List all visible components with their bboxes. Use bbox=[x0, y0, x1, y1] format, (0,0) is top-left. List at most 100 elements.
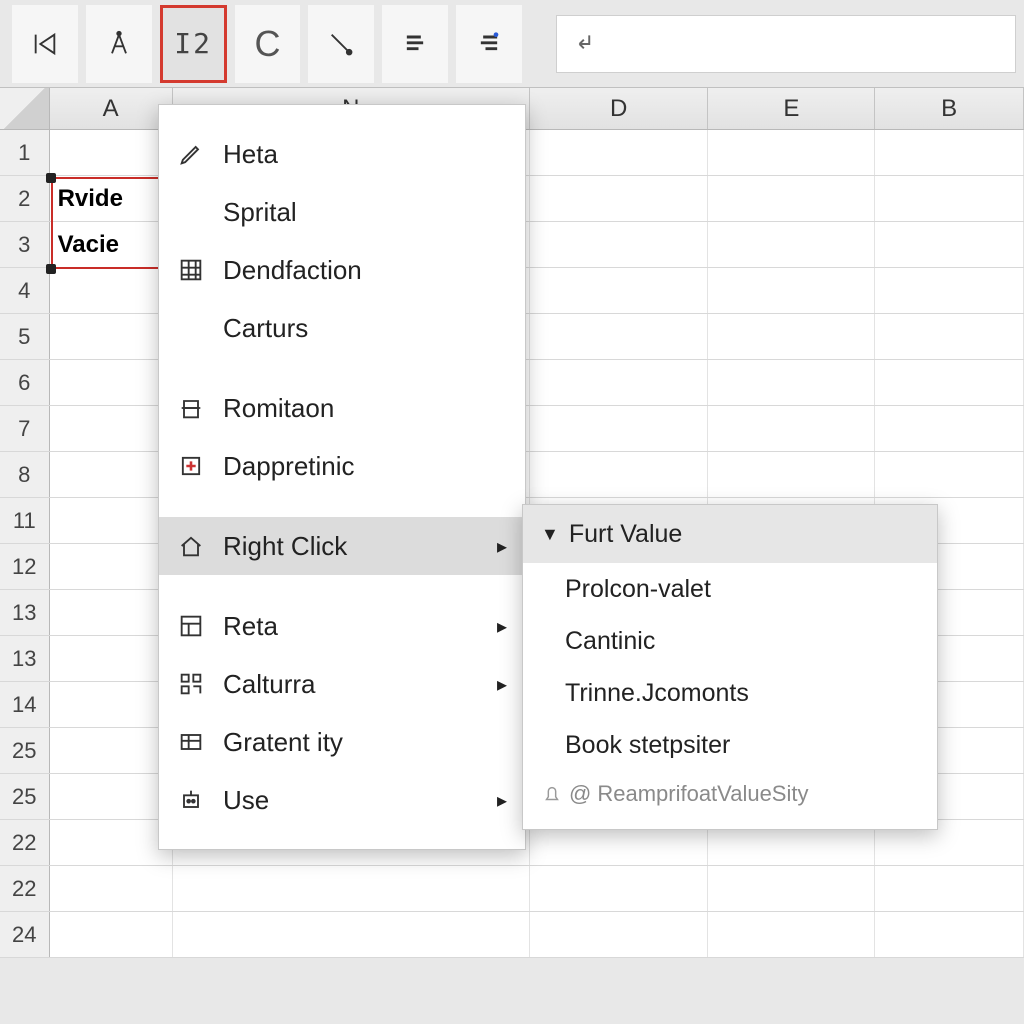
cell[interactable] bbox=[875, 912, 1024, 957]
cell[interactable] bbox=[50, 268, 173, 313]
menu-item-use[interactable]: Use▸ bbox=[159, 771, 525, 829]
toolbar-btn-align-left[interactable] bbox=[382, 5, 448, 83]
cell[interactable] bbox=[708, 130, 875, 175]
cell[interactable] bbox=[50, 544, 173, 589]
menu-item-dendfaction[interactable]: Dendfaction bbox=[159, 241, 525, 299]
cell[interactable] bbox=[50, 682, 173, 727]
row-header[interactable]: 25 bbox=[0, 774, 50, 819]
cell[interactable] bbox=[50, 636, 173, 681]
cell[interactable] bbox=[708, 360, 875, 405]
cell[interactable] bbox=[708, 866, 875, 911]
cell[interactable] bbox=[875, 222, 1024, 267]
cell[interactable] bbox=[708, 452, 875, 497]
cell[interactable]: Vacie bbox=[50, 222, 173, 267]
cell[interactable] bbox=[530, 912, 709, 957]
col-header-D[interactable]: D bbox=[530, 88, 709, 129]
cell[interactable] bbox=[530, 222, 709, 267]
submenu-item[interactable]: Trinne.Jcomonts bbox=[523, 667, 937, 719]
cell[interactable] bbox=[530, 452, 709, 497]
row-header[interactable]: 3 bbox=[0, 222, 50, 267]
menu-item-romitaon[interactable]: Romitaon bbox=[159, 379, 525, 437]
cell[interactable] bbox=[875, 452, 1024, 497]
row-header[interactable]: 5 bbox=[0, 314, 50, 359]
cell[interactable] bbox=[875, 130, 1024, 175]
selection-handle-top[interactable] bbox=[46, 173, 56, 183]
row-header[interactable]: 14 bbox=[0, 682, 50, 727]
select-all-corner[interactable] bbox=[0, 88, 50, 129]
col-header-A[interactable]: A bbox=[50, 88, 173, 129]
cell[interactable] bbox=[875, 268, 1024, 313]
row-header[interactable]: 22 bbox=[0, 866, 50, 911]
menu-item-rightclick[interactable]: Right Click ▸ bbox=[159, 517, 525, 575]
cell[interactable] bbox=[50, 314, 173, 359]
cell[interactable] bbox=[530, 406, 709, 451]
row-header[interactable]: 2 bbox=[0, 176, 50, 221]
col-header-B[interactable]: B bbox=[875, 88, 1024, 129]
submenu-item[interactable]: Cantinic bbox=[523, 615, 937, 667]
cell[interactable] bbox=[50, 774, 173, 819]
menu-item-heta[interactable]: Heta bbox=[159, 125, 525, 183]
toolbar-btn-align-right[interactable] bbox=[456, 5, 522, 83]
cell[interactable] bbox=[875, 406, 1024, 451]
cell[interactable] bbox=[50, 590, 173, 635]
submenu-header[interactable]: ▼ Furt Value bbox=[523, 505, 937, 563]
cell[interactable] bbox=[50, 360, 173, 405]
cell[interactable] bbox=[875, 176, 1024, 221]
row-header[interactable]: 4 bbox=[0, 268, 50, 313]
toolbar-btn-refresh[interactable]: C bbox=[235, 5, 301, 83]
row-header[interactable]: 22 bbox=[0, 820, 50, 865]
submenu-item[interactable]: Prolcon-valet bbox=[523, 563, 937, 615]
toolbar-btn-font[interactable] bbox=[86, 5, 152, 83]
cell[interactable] bbox=[50, 130, 173, 175]
cell[interactable] bbox=[173, 866, 530, 911]
cell[interactable] bbox=[50, 406, 173, 451]
cell[interactable] bbox=[173, 912, 530, 957]
row-header[interactable]: 13 bbox=[0, 590, 50, 635]
chevron-right-icon: ▸ bbox=[497, 672, 507, 697]
cell[interactable] bbox=[530, 130, 709, 175]
row-header[interactable]: 6 bbox=[0, 360, 50, 405]
cell[interactable] bbox=[708, 912, 875, 957]
menu-item-carturs[interactable]: Carturs bbox=[159, 299, 525, 357]
row-header[interactable]: 13 bbox=[0, 636, 50, 681]
cell[interactable] bbox=[50, 498, 173, 543]
cell[interactable] bbox=[530, 176, 709, 221]
cell[interactable] bbox=[50, 820, 173, 865]
row-header[interactable]: 25 bbox=[0, 728, 50, 773]
cell[interactable] bbox=[50, 728, 173, 773]
cell[interactable] bbox=[530, 268, 709, 313]
row-header[interactable]: 1 bbox=[0, 130, 50, 175]
cell[interactable] bbox=[875, 360, 1024, 405]
menu-item-sprital[interactable]: Sprital bbox=[159, 183, 525, 241]
row-header[interactable]: 12 bbox=[0, 544, 50, 589]
cell[interactable]: Rvide bbox=[50, 176, 173, 221]
row-header[interactable]: 24 bbox=[0, 912, 50, 957]
toolbar-btn-draw[interactable] bbox=[308, 5, 374, 83]
cell[interactable] bbox=[708, 314, 875, 359]
cell[interactable] bbox=[50, 452, 173, 497]
cell[interactable] bbox=[530, 866, 709, 911]
cell[interactable] bbox=[50, 866, 173, 911]
cell[interactable] bbox=[708, 176, 875, 221]
cell[interactable] bbox=[708, 406, 875, 451]
menu-item-dappretinic[interactable]: Dappretinic bbox=[159, 437, 525, 495]
cell[interactable] bbox=[875, 866, 1024, 911]
formula-bar[interactable] bbox=[556, 15, 1016, 73]
row-header[interactable]: 7 bbox=[0, 406, 50, 451]
toolbar-btn-cellref[interactable]: I2 bbox=[160, 5, 227, 83]
menu-item-calturra[interactable]: Calturra▸ bbox=[159, 655, 525, 713]
submenu-item[interactable]: Book stetpsiter bbox=[523, 719, 937, 771]
cell[interactable] bbox=[875, 314, 1024, 359]
row-header[interactable]: 8 bbox=[0, 452, 50, 497]
cell[interactable] bbox=[708, 268, 875, 313]
toolbar-btn-first[interactable] bbox=[12, 5, 78, 83]
cell[interactable] bbox=[530, 360, 709, 405]
selection-handle-bottom[interactable] bbox=[46, 264, 56, 274]
menu-item-gratent-ity[interactable]: Gratent ity bbox=[159, 713, 525, 771]
col-header-E[interactable]: E bbox=[708, 88, 875, 129]
menu-item-reta[interactable]: Reta▸ bbox=[159, 597, 525, 655]
cell[interactable] bbox=[50, 912, 173, 957]
row-header[interactable]: 11 bbox=[0, 498, 50, 543]
cell[interactable] bbox=[530, 314, 709, 359]
cell[interactable] bbox=[708, 222, 875, 267]
